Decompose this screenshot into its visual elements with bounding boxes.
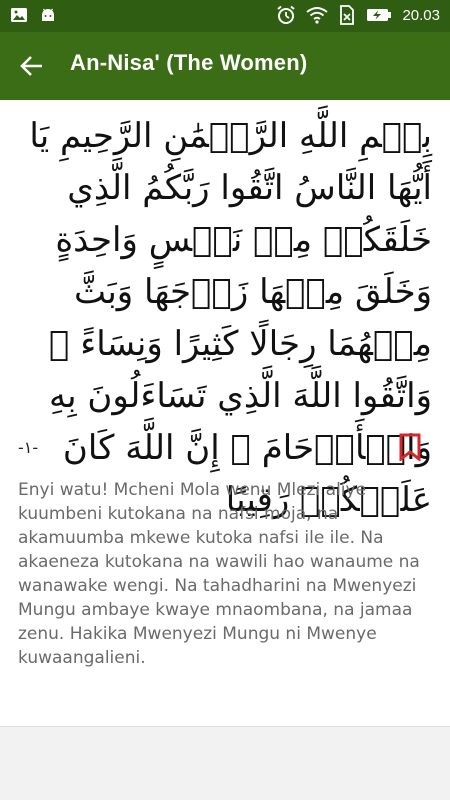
- app-bar: An-Nisa' (The Women): [0, 32, 450, 100]
- verse-number: -١-: [18, 438, 39, 457]
- wifi-icon: [306, 7, 329, 24]
- sim-off-icon: [340, 5, 355, 25]
- status-right: 20.03: [276, 5, 440, 25]
- android-icon: [42, 8, 54, 21]
- image-icon: [11, 8, 27, 22]
- status-time: 20.03: [402, 6, 440, 24]
- battery-charging-icon: [367, 9, 392, 21]
- page-title: An-Nisa' (The Women): [70, 50, 308, 75]
- verse-translation: Enyi watu! Mcheni Mola wenu Mlezi aliye …: [18, 480, 420, 668]
- verse-card: بِسۡمِ اللَّهِ الرَّحۡمَٰنِ الرَّحِيمِ ي…: [0, 100, 450, 727]
- status-left-icons: [10, 7, 56, 23]
- alarm-icon: [277, 5, 296, 24]
- arrow-left-icon[interactable]: [18, 52, 46, 80]
- bookmark-icon[interactable]: [398, 433, 422, 461]
- status-bar: 20.03: [0, 0, 450, 32]
- arabic-verse-text: بِسۡمِ اللَّهِ الرَّحۡمَٰنِ الرَّحِيمِ ي…: [29, 116, 432, 520]
